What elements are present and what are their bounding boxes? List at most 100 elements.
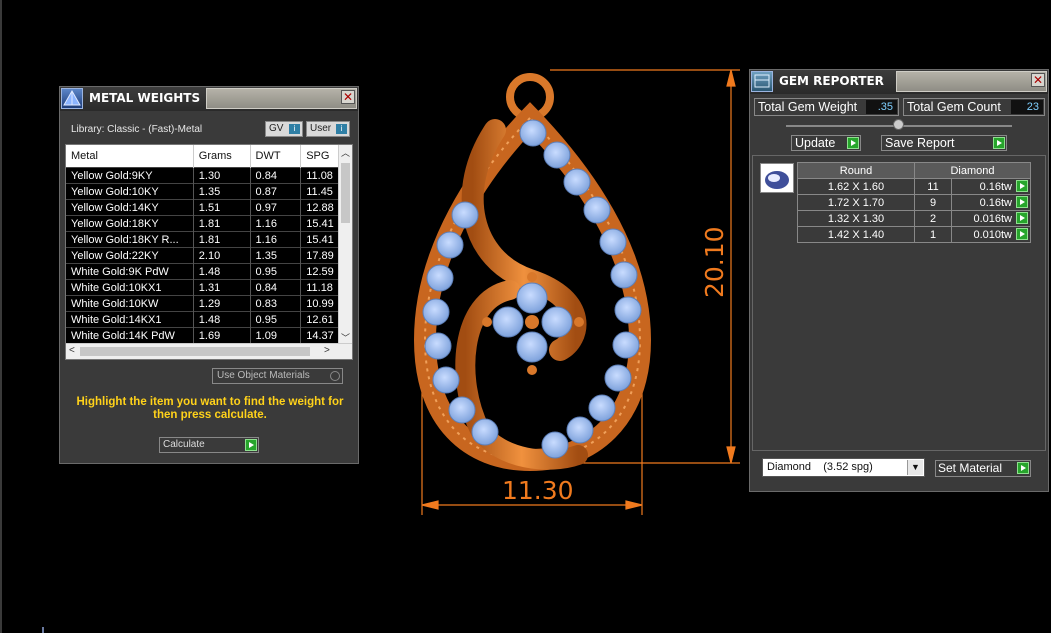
table-row[interactable]: White Gold:14KX1 1.48 0.95 12.61 (66, 311, 352, 328)
gem-row-go-button[interactable] (1016, 196, 1028, 208)
table-row[interactable]: Yellow Gold:10KY 1.35 0.87 11.45 (66, 183, 352, 200)
metal-weights-title: METAL WEIGHTS (89, 91, 201, 105)
grams-cell: 1.29 (193, 295, 251, 312)
diamond-gem-icon[interactable] (760, 163, 794, 193)
vertical-scrollbar[interactable]: ︿ ﹀ (338, 145, 352, 345)
column-header-dwt[interactable]: DWT (250, 145, 302, 168)
gem-weight-cell: 0.16tw (951, 194, 1031, 211)
gem-stone (583, 196, 611, 224)
table-row[interactable]: White Gold:14K PdW 1.69 1.09 14.37 (66, 327, 352, 343)
metal-cell: Yellow Gold:22KY (66, 247, 194, 264)
total-gem-weight-value: .35 (866, 100, 897, 114)
splitter-handle[interactable] (893, 119, 904, 130)
user-selector[interactable]: User i (306, 121, 350, 137)
gem-reporter-logo-icon (751, 71, 773, 92)
use-object-materials-checkbox[interactable]: Use Object Materials (212, 368, 343, 384)
table-row[interactable]: Yellow Gold:9KY 1.30 0.84 11.08 (66, 167, 352, 184)
metal-cell: Yellow Gold:14KY (66, 199, 194, 216)
gem-reporter-close-button[interactable]: ✕ (1031, 73, 1045, 87)
gem-stone (588, 394, 616, 422)
titlebar-drag-area[interactable] (206, 88, 357, 109)
gem-row[interactable]: 1.72 X 1.70 9 0.16tw (797, 194, 1031, 211)
gem-reporter-titlebar[interactable]: GEM REPORTER ✕ (750, 70, 1048, 94)
metal-weights-titlebar[interactable]: METAL WEIGHTS ✕ (60, 87, 358, 111)
gem-stone (612, 331, 640, 359)
update-button[interactable]: Update (791, 135, 861, 151)
grams-cell: 1.30 (193, 167, 251, 184)
gem-row[interactable]: 1.32 X 1.30 2 0.016tw (797, 210, 1031, 227)
gem-size: 1.32 X 1.30 (797, 210, 915, 227)
calculate-go-button[interactable] (245, 439, 257, 451)
gem-count: 1 (914, 226, 952, 243)
total-gem-weight-label: Total Gem Weight (758, 100, 858, 114)
gem-row-go-button[interactable] (1016, 228, 1028, 240)
scroll-right-arrow-icon[interactable]: > (324, 345, 330, 356)
update-go-icon (847, 137, 859, 149)
table-row[interactable]: Yellow Gold:22KY 2.10 1.35 17.89 (66, 247, 352, 264)
grams-cell: 1.35 (193, 183, 251, 200)
gv-selector[interactable]: GV i (265, 121, 303, 137)
table-row[interactable]: Yellow Gold:18KY R... 1.81 1.16 15.41 (66, 231, 352, 248)
gem-stone (599, 228, 627, 256)
gem-size: 1.62 X 1.60 (797, 178, 915, 195)
scroll-thumb[interactable] (341, 163, 350, 223)
pendant-drawing (413, 69, 740, 515)
gem-count: 2 (914, 210, 952, 227)
metal-cell: White Gold:10KW (66, 295, 194, 312)
titlebar-drag-area[interactable] (896, 71, 1047, 92)
gem-row[interactable]: 1.42 X 1.40 1 0.010tw (797, 226, 1031, 243)
gem-reporter-panel: GEM REPORTER ✕ Total Gem Weight .35 Tota… (749, 69, 1049, 492)
gem-row-go-button[interactable] (1016, 212, 1028, 224)
column-header-grams[interactable]: Grams (193, 145, 251, 168)
dwt-cell: 1.35 (250, 247, 302, 264)
horizontal-scrollbar[interactable]: < > (66, 343, 352, 359)
metal-cell: Yellow Gold:9KY (66, 167, 194, 184)
calculate-dropdown[interactable]: Calculate (159, 437, 259, 453)
gem-weight-cell: 0.16tw (951, 178, 1031, 195)
total-gem-count-value: 23 (1011, 100, 1043, 114)
gem-row-go-button[interactable] (1016, 180, 1028, 192)
gem-table-header: Round Diamond (797, 162, 1031, 179)
table-row[interactable]: White Gold:9K PdW 1.48 0.95 12.59 (66, 263, 352, 280)
chevron-down-icon[interactable]: ▼ (907, 460, 923, 475)
grams-cell: 1.69 (193, 327, 251, 343)
save-report-button[interactable]: Save Report (881, 135, 1007, 151)
metal-weights-close-button[interactable]: ✕ (341, 90, 355, 104)
material-select[interactable]: Diamond (3.52 spg) ▼ (762, 458, 925, 477)
calculate-label: Calculate (163, 439, 205, 450)
scroll-left-arrow-icon[interactable]: < (69, 345, 75, 356)
gem-table[interactable]: Round Diamond 1.62 X 1.60 11 0.16tw 1.72 X… (797, 162, 1031, 243)
set-material-go-icon (1017, 462, 1029, 474)
set-material-button[interactable]: Set Material (935, 460, 1031, 477)
use-object-materials-label: Use Object Materials (217, 370, 310, 381)
table-row[interactable]: White Gold:10KX1 1.31 0.84 11.18 (66, 279, 352, 296)
radio-toggle-icon[interactable] (330, 371, 340, 381)
gem-size: 1.42 X 1.40 (797, 226, 915, 243)
gem-row[interactable]: 1.62 X 1.60 11 0.16tw (797, 178, 1031, 195)
metal-cell: Yellow Gold:18KY (66, 215, 194, 232)
table-row[interactable]: Yellow Gold:14KY 1.51 0.97 12.88 (66, 199, 352, 216)
metal-table[interactable]: Metal Grams DWT SPG Yellow Gold:9KY 1.30 0… (65, 144, 353, 360)
gem-size: 1.72 X 1.70 (797, 194, 915, 211)
gem-stone (614, 296, 642, 324)
metal-cell: Yellow Gold:10KY (66, 183, 194, 200)
gem-stone (543, 141, 571, 169)
scroll-up-arrow-icon[interactable]: ︿ (339, 146, 352, 159)
dwt-cell: 0.84 (250, 279, 302, 296)
column-header-metal[interactable]: Metal (66, 145, 194, 168)
gem-weight: 0.010tw (973, 228, 1012, 241)
gem-stone (566, 416, 594, 444)
gem-stone (610, 261, 638, 289)
table-row[interactable]: Yellow Gold:18KY 1.81 1.16 15.41 (66, 215, 352, 232)
gem-stone (541, 431, 569, 459)
dwt-cell: 0.97 (250, 199, 302, 216)
metal-cell: Yellow Gold:18KY R... (66, 231, 194, 248)
gv-selector-label: GV (269, 123, 284, 134)
table-row[interactable]: White Gold:10KW 1.29 0.83 10.99 (66, 295, 352, 312)
gem-reporter-title: GEM REPORTER (779, 74, 884, 88)
gem-report-area: Round Diamond 1.62 X 1.60 11 0.16tw 1.72 X… (752, 155, 1046, 451)
info-icon: i (336, 124, 347, 134)
metal-cell: White Gold:14KX1 (66, 311, 194, 328)
scroll-thumb[interactable] (80, 347, 310, 356)
pyramid-logo-icon (61, 88, 83, 109)
